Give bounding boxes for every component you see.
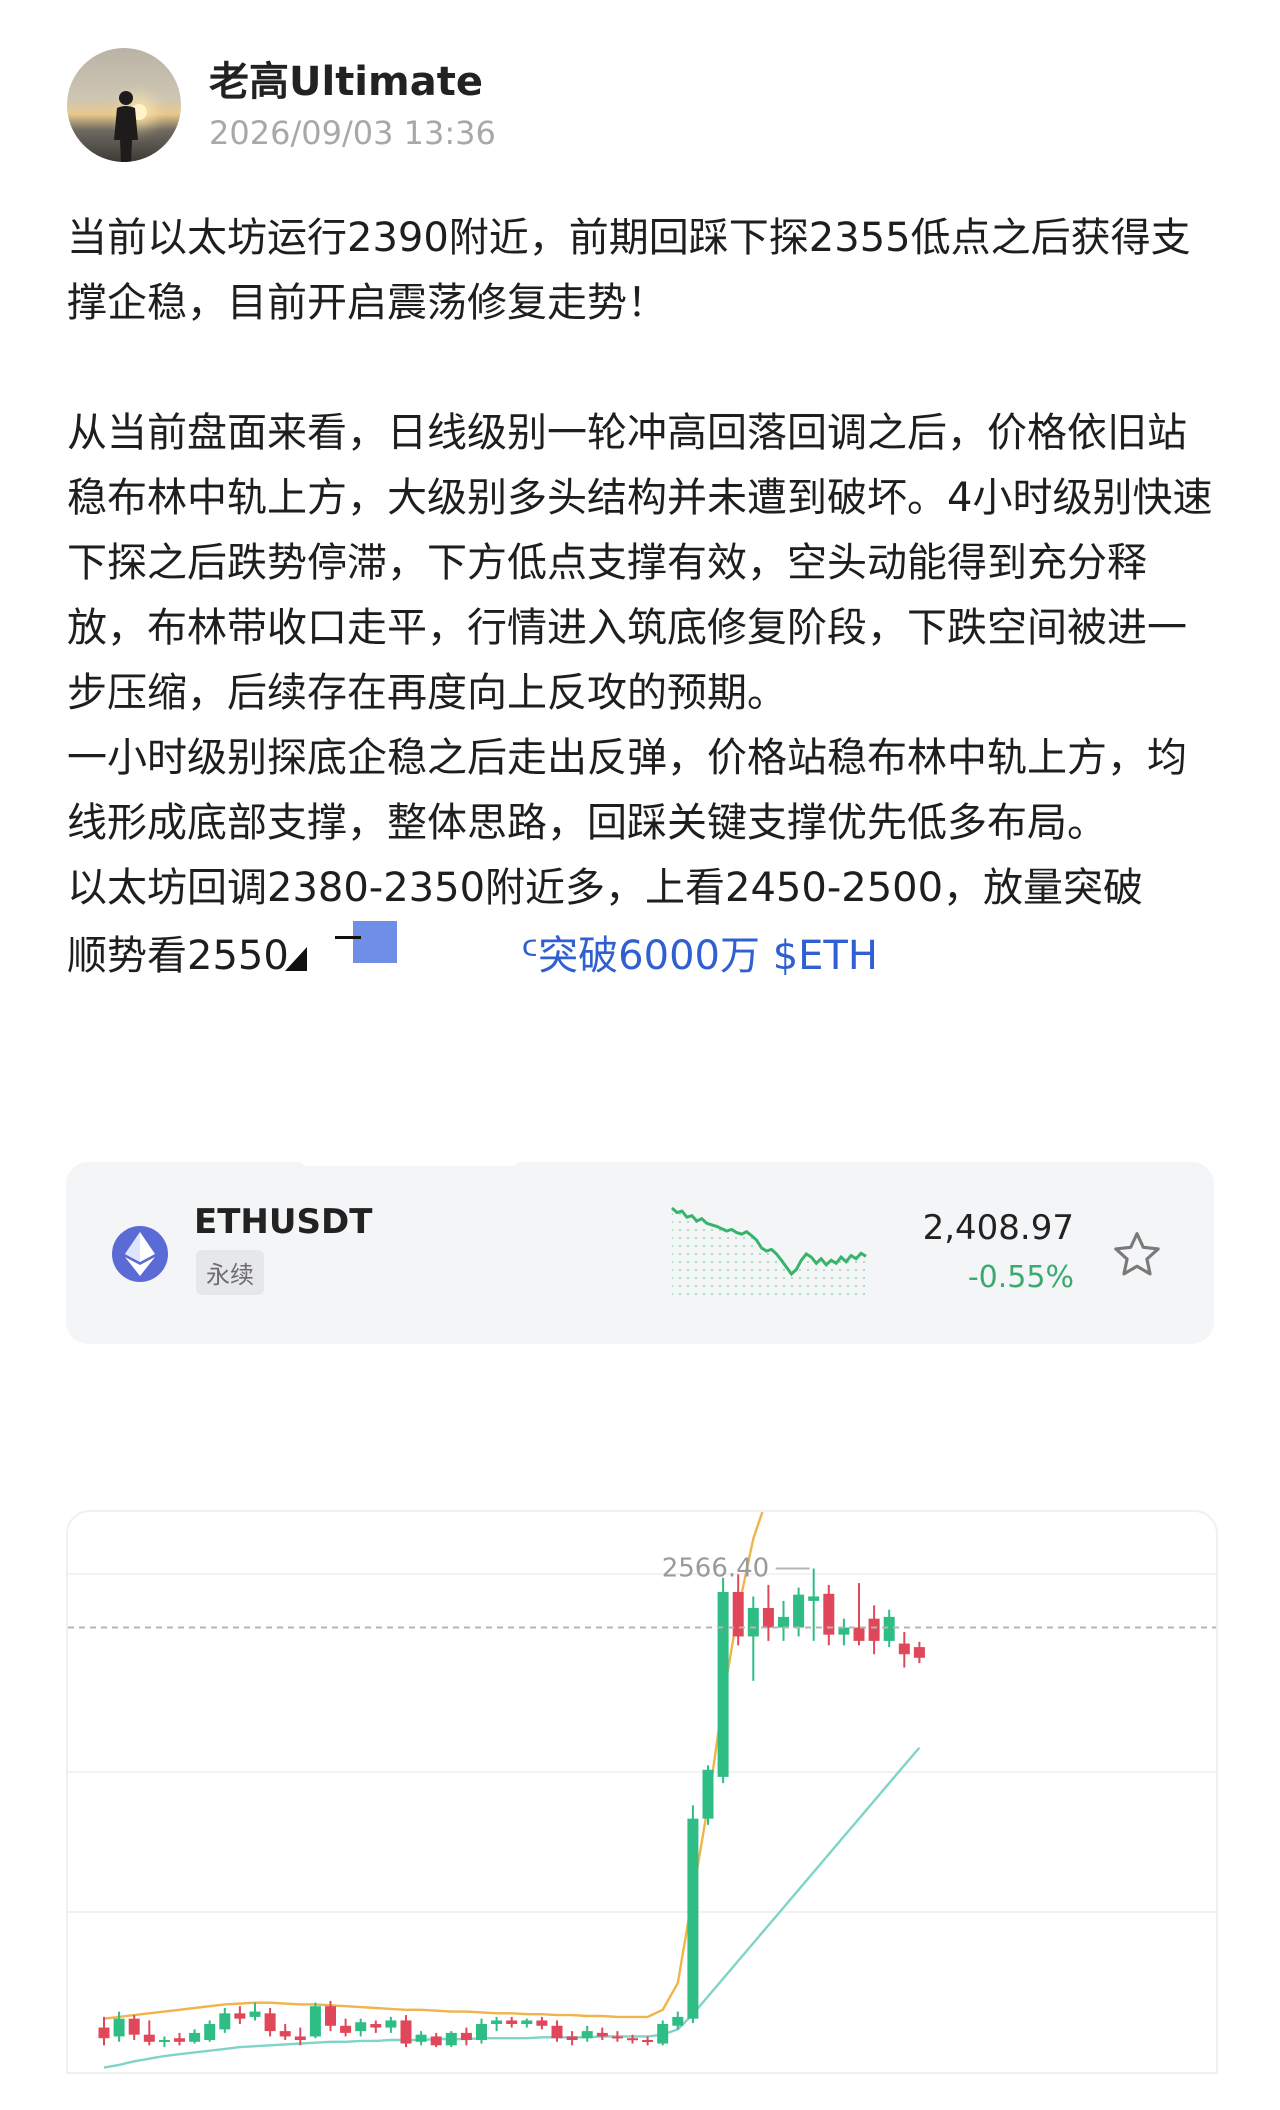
candle-body [325,2006,336,2026]
cursor-marker [284,947,307,971]
candle-body [717,1592,729,1777]
candle-body [657,2024,669,2044]
candle-body [521,2020,533,2024]
eth-ticker-link[interactable]: $ETH [773,933,878,979]
post-paragraph-4: 以太坊回调2380-2350附近多，上看2450-2500，放量突破 [67,865,1144,911]
candle-body [249,2011,261,2017]
contract-type-tag: 永续 [196,1250,264,1295]
candle-body [747,1608,759,1637]
candle-body [883,1616,895,1641]
candle-body [460,2032,472,2040]
candle-body [370,2024,382,2028]
ethereum-icon [112,1226,168,1282]
kline-svg: 2566.40 [68,1512,1216,2069]
post-body: 当前以太坊运行2390附近，前期回踩下探2355低点之后获得支撑企稳，目前开启震… [67,206,1217,989]
avatar[interactable] [67,48,181,162]
post-paragraph-2: 从当前盘面来看，日线级别一轮冲高回落回调之后，价格依旧站稳布林中轨上方，大级别多… [67,410,1213,716]
candle-body [762,1608,774,1628]
candle-body [853,1627,865,1641]
high-price-label: 2566.40 [662,1554,770,1584]
candle-body [808,1596,820,1601]
candle-body [294,2036,306,2040]
candle-body [415,2034,427,2042]
candle-body [113,2018,125,2037]
redaction-square [352,921,397,963]
candle-body [355,2022,367,2032]
candle-body [627,2038,638,2041]
candle-body [642,2040,654,2042]
candle-body [400,2020,412,2044]
candle-body [611,2036,623,2039]
post-paragraph-3: 一小时级别探底企稳之后走出反弹，价格站稳布林中轨上方，均线形成底部支撑，整体思路… [67,735,1187,846]
candle-body [566,2036,578,2040]
post-tail-text: 突破6000万 [538,933,760,979]
candle-body [219,2013,231,2030]
price-sparkline [670,1206,867,1296]
candle-body [430,2036,442,2046]
candle-body [732,1592,744,1637]
redaction-dash [334,936,361,939]
candle-body [898,1643,910,1655]
candle-body [551,2025,563,2039]
post-last-line-start: 顺势看2550 [67,933,289,979]
candle-body [174,2038,185,2042]
candle-body [913,1647,925,1658]
candle-body [264,2013,276,2032]
candle-body [279,2031,291,2037]
person-silhouette-icon [114,91,138,162]
candle-body [793,1594,805,1628]
candle-body [158,2040,170,2042]
price-change: -0.55% [967,1260,1074,1295]
boll-upper-line [103,1512,764,2020]
candle-body [868,1618,880,1641]
author-name[interactable]: 老高Ultimate [209,57,496,107]
candle-body [581,2031,593,2039]
post-last-line: 顺势看2550 ᑦ突破6000万 $ETH [67,921,1217,989]
candle-body [143,2034,155,2042]
candlestick-chart[interactable]: 2566.40 [66,1510,1218,2074]
coin-ticker-card[interactable]: ETHUSDT 永续 2,408.97 -0.55% [66,1152,1214,1344]
candle-body [189,2032,201,2042]
candle-body [445,2032,457,2046]
candle-body [204,2024,216,2040]
candle-body [506,2020,518,2024]
candle-body [687,1818,699,2019]
candle-body [596,2032,608,2037]
candle-body [476,2024,487,2040]
candle-body [234,2013,246,2019]
candle-body [778,1616,789,1628]
candle-body [340,2025,352,2033]
candle-body [309,2006,321,2037]
post-timestamp: 2026/09/03 13:36 [209,114,496,152]
candle-body [491,2020,503,2024]
sparkline-area [672,1208,866,1296]
candle-body [702,1769,714,1819]
post-header: 老高Ultimate 2026/09/03 13:36 [67,48,496,162]
post-paragraph-1: 当前以太坊运行2390附近，前期回踩下探2355低点之后获得支撑企稳，目前开启震… [67,215,1191,326]
candle-body [98,2027,110,2039]
candle-body [128,2018,140,2035]
post-tail-link[interactable]: ᑦ突破6000万 $ETH [521,933,878,979]
candle-body [838,1627,850,1635]
star-icon[interactable] [1110,1228,1164,1282]
pair-name: ETHUSDT [194,1202,373,1242]
candle-body [385,2020,397,2028]
last-price: 2,408.97 [922,1208,1074,1248]
candle-body [536,2020,548,2026]
candle-body [672,2016,684,2026]
